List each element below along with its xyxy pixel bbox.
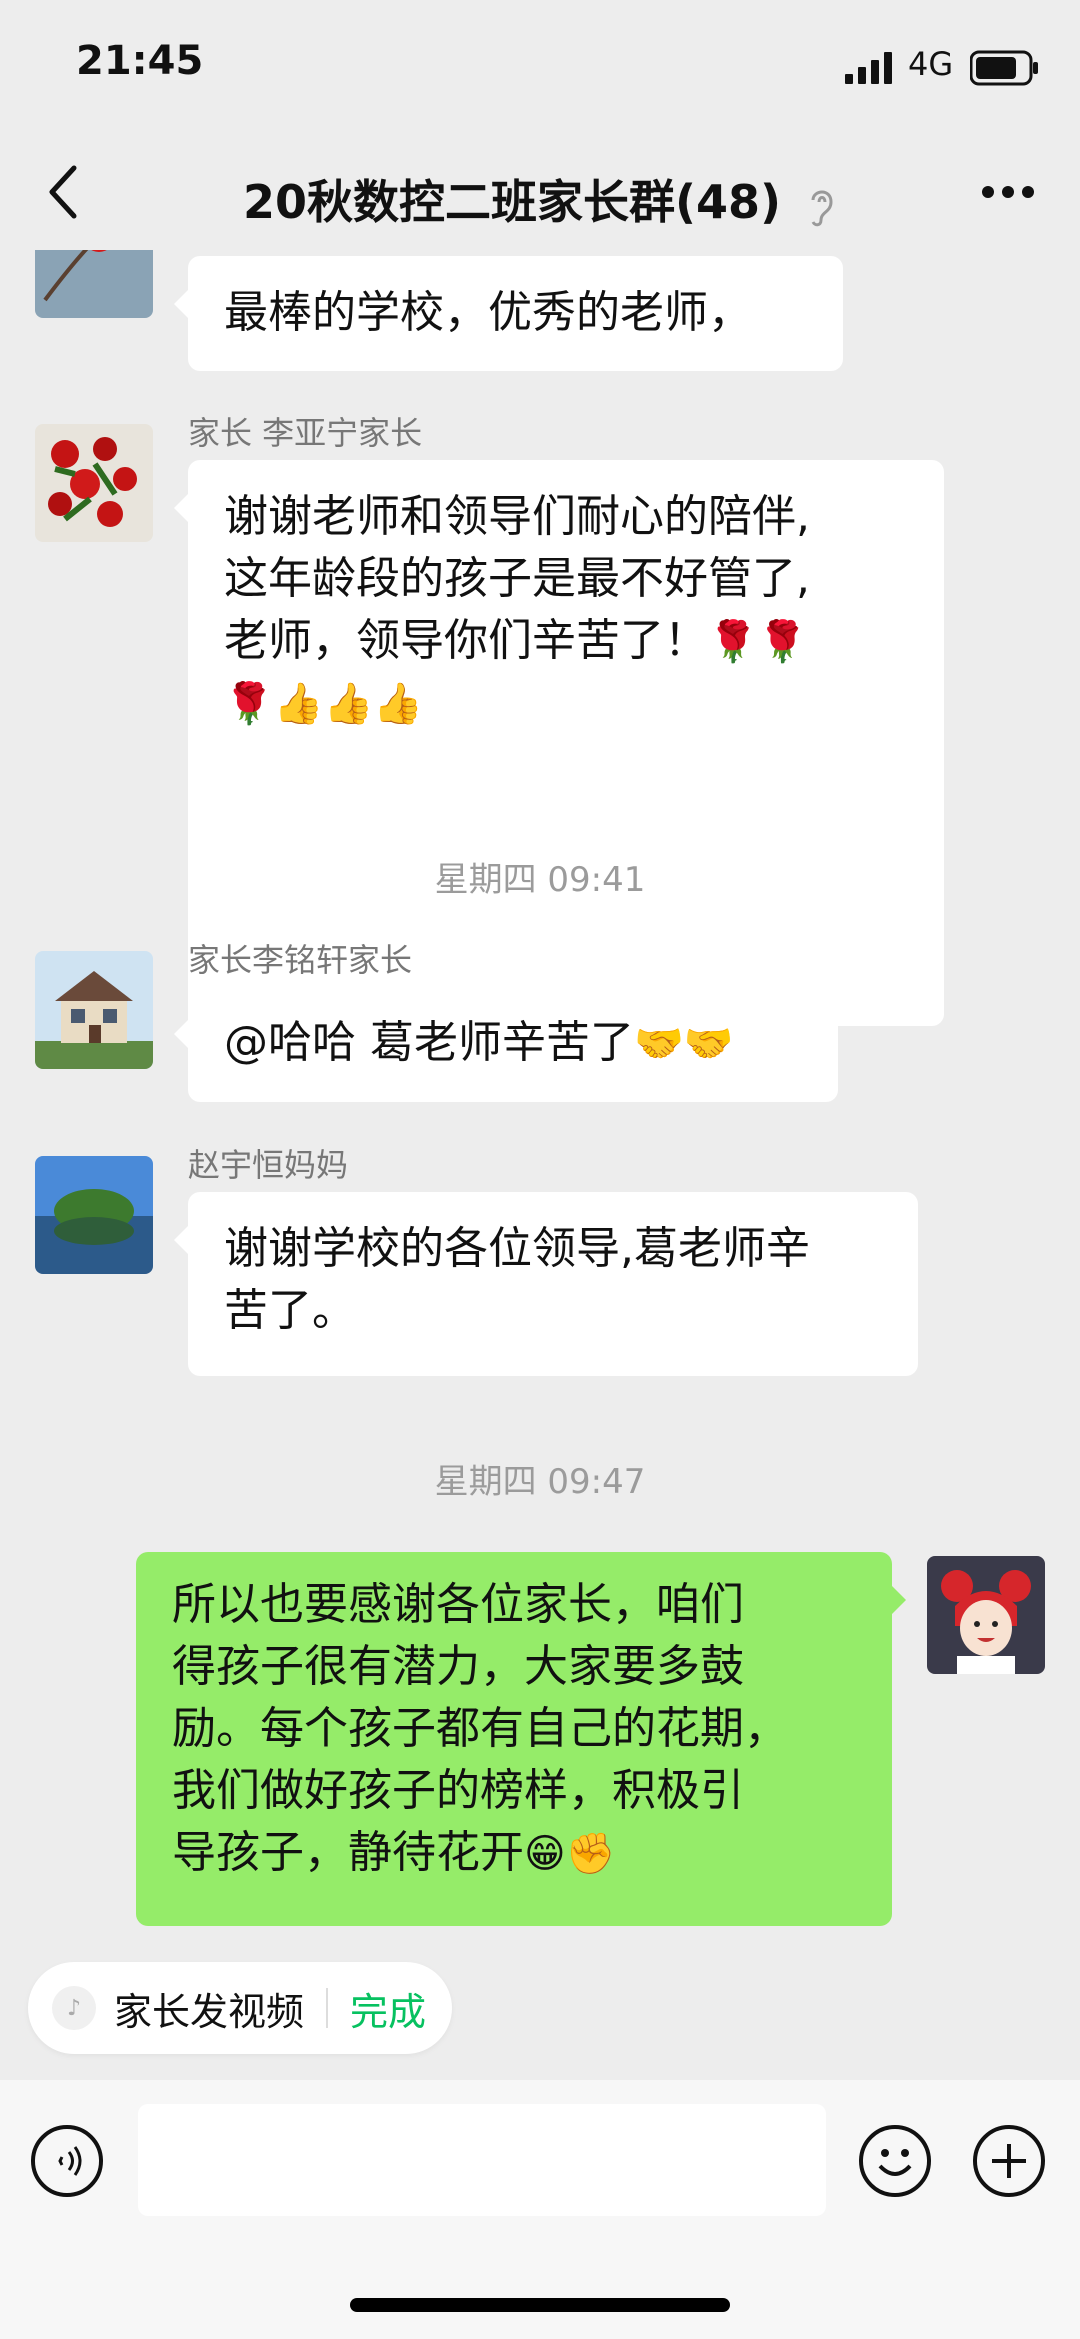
grin-fist-emoji-icon: 😁✊	[524, 1831, 616, 1877]
chip-label: 家长发视频	[114, 1989, 305, 2034]
message-line: 这年龄段的孩子是最不好管了,	[224, 553, 810, 604]
emoji-icon[interactable]	[858, 2124, 932, 2198]
message-line: 老师，领导你们辛苦了！🌹🌹	[224, 610, 908, 673]
message-bubble[interactable]: 最棒的学校，优秀的老师，	[174, 256, 843, 371]
timestamp: 星期四 09:47	[434, 1462, 646, 1502]
thumbs-up-emoji-icon: 🌹👍👍👍	[224, 681, 424, 727]
avatar-self[interactable]	[927, 1556, 1045, 1674]
sender-name: 家长 李亚宁家长	[188, 414, 423, 452]
message-list[interactable]: 最棒的学校，优秀的老师， 家长 李亚宁家长 谢谢老师和领导们耐心的陪伴, 这年龄…	[0, 250, 1080, 1940]
chat-title-text: 20秋数控二班家长群(48)	[242, 175, 782, 229]
message-bubble[interactable]: @哈哈 葛老师辛苦了🤝🤝	[174, 986, 838, 1102]
message-line: 所以也要感谢各位家长，咱们	[172, 1579, 744, 1630]
home-indicator	[350, 2298, 730, 2312]
message-text: 最棒的学校，优秀的老师，	[224, 287, 752, 338]
message-bubble[interactable]: 谢谢学校的各位领导,葛老师辛 苦了。	[174, 1192, 918, 1376]
battery-icon	[970, 50, 1038, 86]
message-line: 励。每个孩子都有自己的花期，	[172, 1703, 788, 1754]
message-text: 老师，领导你们辛苦了！	[224, 615, 708, 666]
sender-name: 赵宇恒妈妈	[188, 1146, 349, 1184]
music-note-icon: ♪	[52, 1986, 96, 2030]
message-line: 得孩子很有潜力，大家要多鼓	[172, 1641, 744, 1692]
chat-title: 20秋数控二班家长群(48)	[0, 166, 1080, 232]
avatar-house[interactable]	[35, 951, 153, 1069]
avatar-rose[interactable]	[35, 250, 153, 318]
clock: 21:45	[76, 38, 204, 84]
message-line: 谢谢学校的各位领导,葛老师辛	[224, 1223, 810, 1274]
status-bar: 21:45 4G	[0, 0, 1080, 140]
avatar-lake[interactable]	[35, 1156, 153, 1274]
message-text: @哈哈 葛老师辛苦了	[224, 1017, 634, 1068]
rose-emoji-icon: 🌹🌹	[708, 619, 808, 665]
signal-icon	[845, 52, 892, 84]
timestamp: 星期四 09:41	[434, 860, 646, 900]
more-dots-icon[interactable]	[980, 184, 1036, 200]
avatar-roses[interactable]	[35, 424, 153, 542]
handshake-emoji-icon: 🤝🤝	[634, 1021, 734, 1067]
chat-header: 20秋数控二班家长群(48)	[0, 140, 1080, 250]
divider	[326, 1988, 329, 2028]
message-line: 我们做好孩子的榜样，积极引	[172, 1765, 744, 1816]
message-line: 谢谢老师和领导们耐心的陪伴,	[224, 491, 810, 542]
message-input[interactable]	[138, 2104, 826, 2216]
message-bubble-self[interactable]: 所以也要感谢各位家长，咱们 得孩子很有潜力，大家要多鼓 励。每个孩子都有自己的花…	[136, 1552, 906, 1926]
plus-icon[interactable]	[972, 2124, 1046, 2198]
message-line: 苦了。	[224, 1285, 356, 1336]
message-line: 导孩子，静待花开😁✊	[172, 1822, 856, 1885]
sender-name: 家长李铭轩家长	[188, 941, 413, 979]
ear-icon	[811, 190, 833, 226]
voice-icon[interactable]	[30, 2124, 104, 2198]
video-reply-chip[interactable]: ♪ 家长发视频 完成	[28, 1962, 453, 2054]
message-text: 导孩子，静待花开	[172, 1827, 524, 1878]
done-button[interactable]: 完成	[350, 1981, 426, 2036]
network-type: 4G	[908, 45, 954, 83]
